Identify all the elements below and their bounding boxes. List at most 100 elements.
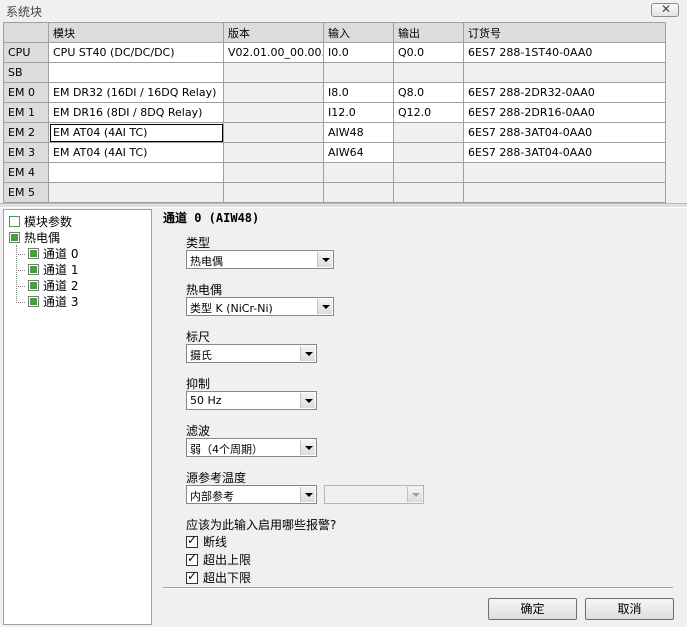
checkbox-icon[interactable] — [28, 247, 39, 259]
tree-item-label: 通道 2 — [43, 278, 79, 293]
window-title: 系统块 — [6, 5, 43, 19]
col-header-order-number: 订货号 — [463, 22, 666, 43]
title-bar: 系统块 ✕ — [0, 0, 687, 20]
chevron-down-icon[interactable] — [317, 299, 332, 314]
output-cell — [393, 122, 464, 143]
col-header-version: 版本 — [223, 22, 324, 43]
table-row[interactable]: EM 0 EM DR32 (16DI / 16DQ Relay) I8.0 Q8… — [3, 82, 666, 103]
output-cell — [393, 62, 464, 83]
tree-item-label: 热电偶 — [24, 230, 61, 245]
tree-item-channel-1[interactable]: 通道 1 — [28, 261, 78, 277]
scale-label: 标尺 — [186, 330, 211, 344]
version-cell — [223, 142, 324, 163]
chevron-down-icon — [407, 487, 422, 502]
alarm-label: 断线 — [203, 535, 228, 549]
tree-item-label: 通道 3 — [43, 294, 79, 309]
close-button[interactable]: ✕ — [651, 2, 679, 17]
tree-item-channel-2[interactable]: 通道 2 — [28, 277, 78, 293]
module-cell[interactable]: EM AT04 (4AI TC) — [48, 142, 224, 163]
order-number-cell — [463, 182, 666, 203]
module-cell[interactable] — [48, 182, 224, 203]
type-value: 热电偶 — [190, 255, 223, 268]
filter-select[interactable]: 弱（4个周期） — [186, 438, 317, 457]
table-row[interactable]: EM 5 — [3, 182, 666, 203]
version-cell — [223, 182, 324, 203]
module-cell[interactable] — [48, 62, 224, 83]
alarm-upper-limit[interactable]: 超出上限 — [186, 551, 251, 568]
tree-connector — [16, 286, 25, 287]
row-slot: SB — [3, 62, 49, 83]
version-cell — [223, 162, 324, 183]
output-cell — [393, 142, 464, 163]
table-row-selected[interactable]: EM 2 EM AT04 (4AI TC) AIW48 6ES7 288-3AT… — [3, 122, 666, 143]
alarm-lower-limit[interactable]: 超出下限 — [186, 569, 251, 586]
input-cell: I12.0 — [323, 102, 394, 123]
reference-temperature-select[interactable]: 内部参考 — [186, 485, 317, 504]
row-slot: EM 2 — [3, 122, 49, 143]
output-cell: Q8.0 — [393, 82, 464, 103]
checkbox-icon[interactable] — [9, 231, 20, 243]
output-cell: Q0.0 — [393, 42, 464, 63]
thermocouple-type-select[interactable]: 类型 K (NiCr-Ni) — [186, 297, 334, 316]
input-cell — [323, 162, 394, 183]
rejection-value: 50 Hz — [190, 394, 222, 407]
chevron-down-icon[interactable] — [317, 252, 332, 267]
tree-item-channel-3[interactable]: 通道 3 — [28, 293, 78, 309]
table-header-row: 模块 版本 输入 输出 订货号 — [3, 22, 666, 43]
tree-connector — [16, 302, 25, 303]
ok-button[interactable]: 确定 — [488, 598, 577, 620]
reference-temperature-label: 源参考温度 — [186, 471, 247, 485]
table-row[interactable]: SB — [3, 62, 666, 83]
tree-item-module-params[interactable]: 模块参数 — [9, 213, 72, 229]
checkbox-icon[interactable] — [186, 569, 198, 584]
version-cell — [223, 82, 324, 103]
module-cell-selected[interactable]: EM AT04 (4AI TC) — [48, 122, 224, 143]
checkbox-icon[interactable] — [186, 551, 198, 566]
chevron-down-icon[interactable] — [300, 346, 315, 361]
alarm-wire-break[interactable]: 断线 — [186, 533, 227, 550]
order-number-cell: 6ES7 288-1ST40-0AA0 — [463, 42, 666, 63]
col-header-module: 模块 — [48, 22, 224, 43]
table-row[interactable]: CPU CPU ST40 (DC/DC/DC) V02.01.00_00.00.… — [3, 42, 666, 63]
chevron-down-icon[interactable] — [300, 440, 315, 455]
module-cell[interactable]: EM DR32 (16DI / 16DQ Relay) — [48, 82, 224, 103]
thermocouple-label: 热电偶 — [186, 283, 223, 297]
input-cell: AIW64 — [323, 142, 394, 163]
chevron-down-icon[interactable] — [300, 393, 315, 408]
order-number-cell: 6ES7 288-3AT04-0AA0 — [463, 142, 666, 163]
tree-item-channel-0[interactable]: 通道 0 — [28, 245, 78, 261]
tree-connector — [16, 270, 25, 271]
checkbox-icon[interactable] — [9, 215, 20, 227]
reference-temperature-value: 内部参考 — [190, 490, 234, 503]
checkbox-icon[interactable] — [186, 533, 198, 548]
module-table: 模块 版本 输入 输出 订货号 CPU CPU ST40 (DC/DC/DC) … — [3, 22, 666, 203]
chevron-down-icon[interactable] — [300, 487, 315, 502]
input-cell: I0.0 — [323, 42, 394, 63]
alarms-label: 应该为此输入启用哪些报警? — [186, 518, 337, 532]
row-slot: CPU — [3, 42, 49, 63]
table-row[interactable]: EM 1 EM DR16 (8DI / 8DQ Relay) I12.0 Q12… — [3, 102, 666, 123]
type-label: 类型 — [186, 236, 211, 250]
tree-item-thermocouple[interactable]: 热电偶 — [9, 229, 60, 245]
close-icon: ✕ — [661, 2, 672, 16]
scale-select[interactable]: 摄氏 — [186, 344, 317, 363]
table-row[interactable]: EM 3 EM AT04 (4AI TC) AIW64 6ES7 288-3AT… — [3, 142, 666, 163]
checkbox-icon[interactable] — [28, 279, 39, 291]
version-cell — [223, 62, 324, 83]
rejection-select[interactable]: 50 Hz — [186, 391, 317, 410]
order-number-cell: 6ES7 288-2DR16-0AA0 — [463, 102, 666, 123]
order-number-cell: 6ES7 288-2DR32-0AA0 — [463, 82, 666, 103]
checkbox-icon[interactable] — [28, 295, 39, 307]
order-number-cell — [463, 162, 666, 183]
module-cell[interactable]: EM DR16 (8DI / 8DQ Relay) — [48, 102, 224, 123]
row-slot: EM 3 — [3, 142, 49, 163]
col-header-input: 输入 — [323, 22, 394, 43]
alarm-label: 超出下限 — [203, 571, 252, 585]
type-select[interactable]: 热电偶 — [186, 250, 334, 269]
input-cell: AIW48 — [323, 122, 394, 143]
cancel-button[interactable]: 取消 — [585, 598, 674, 620]
module-cell[interactable] — [48, 162, 224, 183]
checkbox-icon[interactable] — [28, 263, 39, 275]
module-cell[interactable]: CPU ST40 (DC/DC/DC) — [48, 42, 224, 63]
table-row[interactable]: EM 4 — [3, 162, 666, 183]
